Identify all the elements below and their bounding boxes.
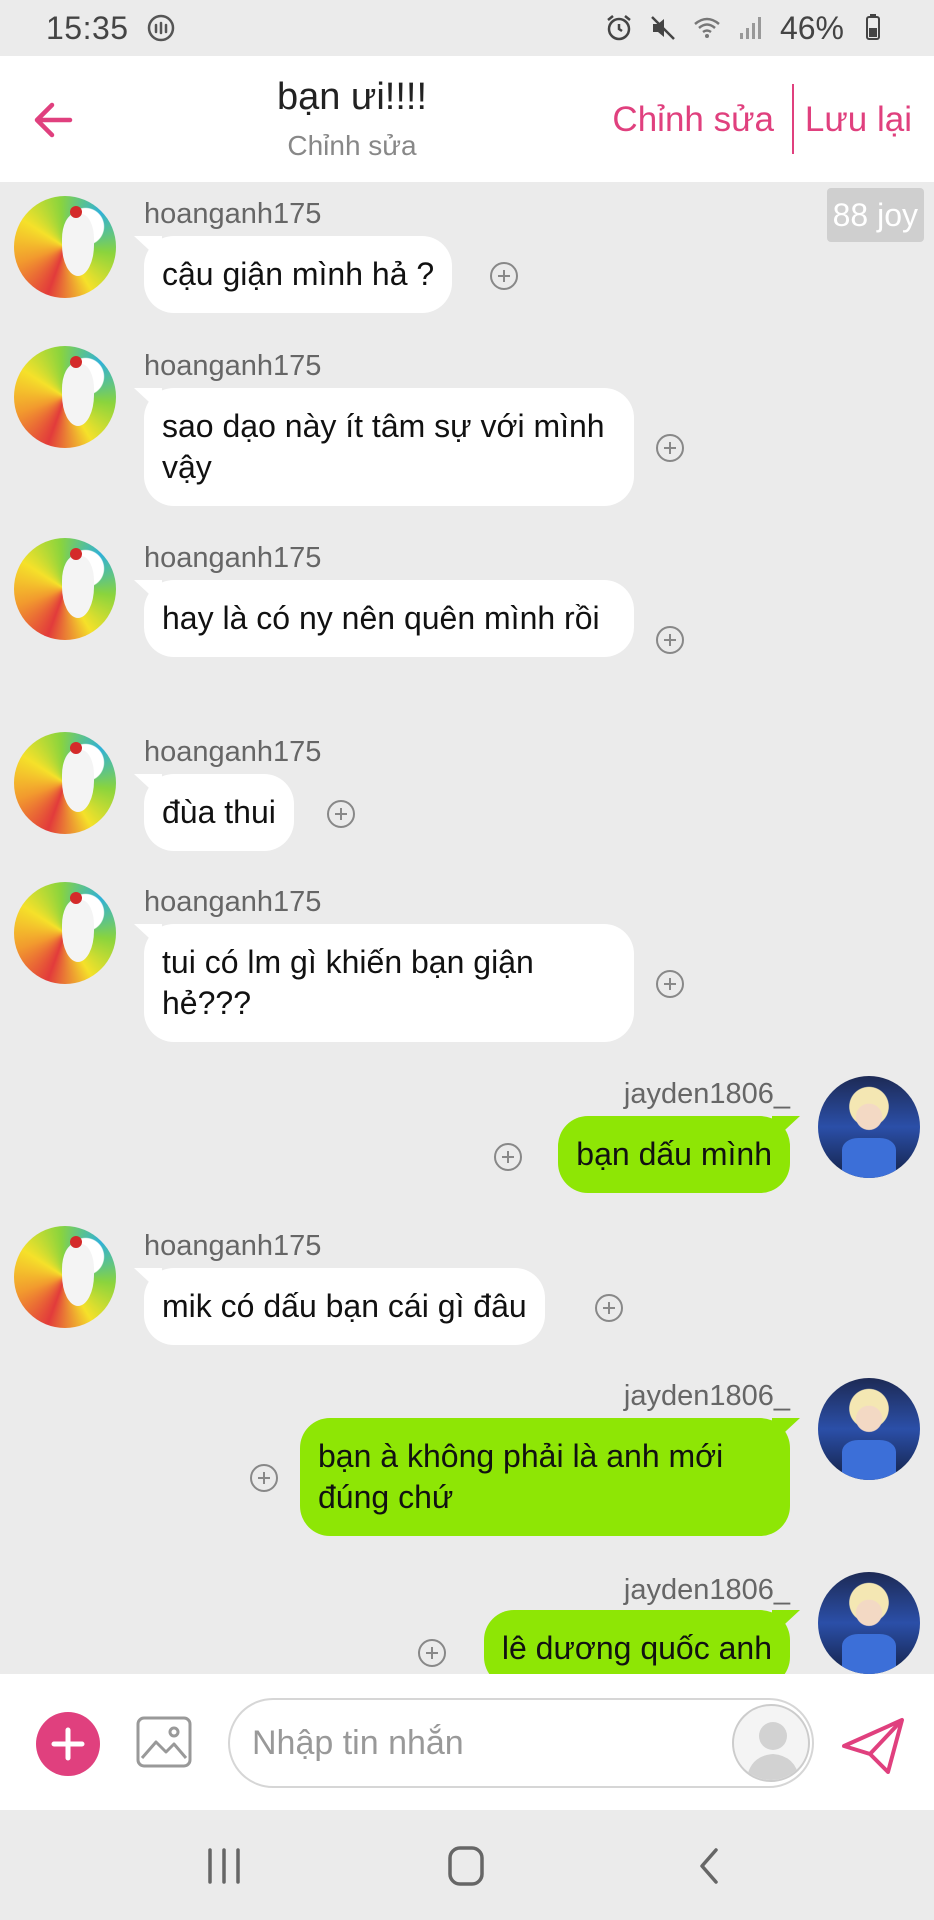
- avatar[interactable]: [14, 196, 116, 298]
- avatar[interactable]: [818, 1378, 920, 1480]
- message-bubble[interactable]: tui có lm gì khiến bạn giận hẻ???: [144, 924, 634, 1042]
- message-bubble[interactable]: bạn à không phải là anh mới đúng chứ: [300, 1418, 790, 1536]
- music-note-icon: [147, 14, 174, 42]
- message-composer: [0, 1674, 934, 1810]
- chat-subtitle[interactable]: Chỉnh sửa: [200, 130, 504, 162]
- chat-title: bạn ưi!!!!: [276, 76, 428, 118]
- avatar[interactable]: [818, 1572, 920, 1674]
- status-bar: 15:35 46%: [0, 0, 934, 56]
- message-username: jayden1806_: [623, 1078, 790, 1110]
- avatar[interactable]: [14, 538, 116, 640]
- avatar[interactable]: [14, 732, 116, 834]
- message-bubble[interactable]: bạn dấu mình: [558, 1116, 790, 1193]
- message-username: hoanganh175: [144, 736, 322, 768]
- circle-plus-icon[interactable]: [493, 1142, 523, 1172]
- avatar[interactable]: [14, 1226, 116, 1328]
- circle-plus-icon[interactable]: [655, 625, 685, 655]
- message-username: hoanganh175: [144, 1230, 322, 1262]
- battery-icon: [866, 14, 880, 40]
- avatar[interactable]: [14, 882, 116, 984]
- recent-apps-icon[interactable]: [200, 1844, 248, 1888]
- save-button[interactable]: Lưu lại: [805, 100, 912, 140]
- battery-percent: 46%: [779, 9, 844, 46]
- image-icon[interactable]: [134, 1712, 194, 1772]
- joy-badge: 88 joy: [826, 188, 924, 242]
- message-bubble[interactable]: cậu giận mình hả ?: [144, 236, 453, 313]
- edit-button[interactable]: Chỉnh sửa: [612, 100, 774, 140]
- alarm-icon: [607, 15, 631, 41]
- message-bubble[interactable]: mik có dấu bạn cái gì đâu: [144, 1268, 545, 1345]
- avatar[interactable]: [14, 346, 116, 448]
- circle-plus-icon[interactable]: [417, 1638, 447, 1668]
- back-icon[interactable]: [686, 1844, 734, 1888]
- message-username: hoanganh175: [144, 198, 322, 230]
- message-username: hoanganh175: [144, 350, 322, 382]
- home-icon[interactable]: [442, 1844, 490, 1888]
- chat-messages[interactable]: 88 joy hoanganh175 cậu giận mình hả ? ho…: [0, 182, 934, 1674]
- add-button[interactable]: [36, 1712, 100, 1776]
- message-username: jayden1806_: [623, 1574, 790, 1606]
- system-nav-bar: [0, 1810, 934, 1920]
- message-input[interactable]: [228, 1698, 814, 1788]
- message-bubble[interactable]: đùa thui: [144, 774, 294, 851]
- avatar[interactable]: [818, 1076, 920, 1178]
- message-username: hoanganh175: [144, 886, 322, 918]
- user-avatar[interactable]: [732, 1704, 810, 1782]
- status-icons: 46%: [604, 10, 888, 47]
- message-bubble[interactable]: lê dương quốc anh: [483, 1610, 790, 1674]
- circle-plus-icon[interactable]: [489, 261, 519, 291]
- send-icon[interactable]: [840, 1716, 906, 1776]
- plus-icon: [51, 1727, 85, 1761]
- circle-plus-icon[interactable]: [326, 799, 356, 829]
- chat-header: bạn ưi!!!! Chỉnh sửa Chỉnh sửa Lưu lại: [0, 56, 934, 182]
- wifi-icon: [694, 17, 720, 38]
- circle-plus-icon[interactable]: [594, 1293, 624, 1323]
- message-bubble[interactable]: hay là có ny nên quên mình rồi: [144, 580, 634, 657]
- circle-plus-icon[interactable]: [249, 1463, 279, 1493]
- back-arrow-icon[interactable]: [24, 90, 84, 150]
- circle-plus-icon[interactable]: [655, 969, 685, 999]
- status-time: 15:35: [46, 9, 129, 46]
- header-divider: [792, 84, 794, 154]
- signal-icon: [739, 17, 761, 39]
- message-bubble[interactable]: sao dạo này ít tâm sự với mình vậy: [144, 388, 634, 506]
- mute-icon: [651, 16, 675, 40]
- circle-plus-icon[interactable]: [655, 433, 685, 463]
- message-username: hoanganh175: [144, 542, 322, 574]
- message-username: jayden1806_: [623, 1380, 790, 1412]
